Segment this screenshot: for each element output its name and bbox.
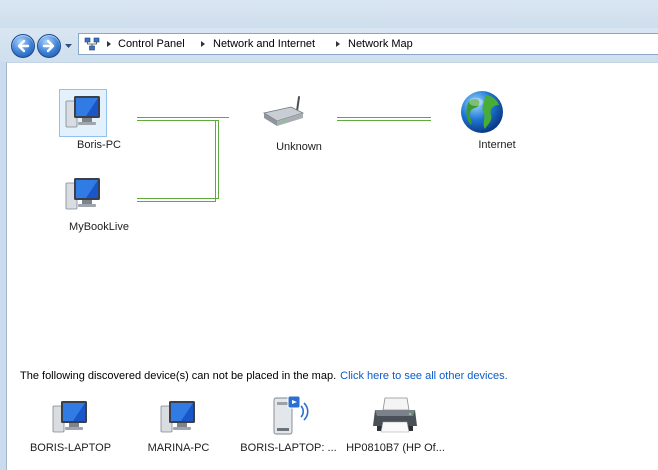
connection-line	[215, 120, 216, 202]
breadcrumb-network-and-internet[interactable]: Network and Internet	[213, 34, 315, 54]
breadcrumb-network-map[interactable]: Network Map	[348, 34, 413, 54]
node-internet[interactable]: Internet	[457, 89, 516, 151]
device-label: BORIS-LAPTOP: ...	[240, 442, 337, 454]
media-device-icon	[273, 395, 309, 435]
computer-icon	[65, 96, 100, 128]
forward-button[interactable]	[37, 34, 61, 58]
computer-icon	[52, 401, 87, 433]
connection-line	[137, 120, 219, 121]
discovered-message-text: The following discovered device(s) can n…	[20, 370, 337, 382]
address-bar[interactable]: Control Panel Network and Internet Netwo…	[78, 33, 658, 55]
computer-icon	[160, 401, 195, 433]
connection-line	[137, 198, 219, 199]
breadcrumb-control-panel[interactable]: Control Panel	[118, 34, 185, 54]
network-map-panel: Boris-PC MyBookLive Unknown Internet The…	[6, 62, 658, 470]
device-label: HP0810B7 (HP Of...	[346, 442, 445, 454]
see-all-devices-link[interactable]: Click here to see all other devices.	[340, 370, 508, 382]
node-label: Boris-PC	[76, 139, 121, 151]
connection-line	[337, 117, 431, 118]
explorer-toolbar: Control Panel Network and Internet Netwo…	[0, 0, 658, 62]
back-arrow-icon	[17, 39, 30, 53]
title-bar	[0, 0, 658, 28]
connection-line	[137, 201, 215, 202]
node-label: Unknown	[276, 141, 322, 153]
forward-arrow-icon	[42, 39, 55, 53]
connection-line	[337, 120, 431, 121]
node-mybooklive[interactable]: MyBookLive	[59, 173, 129, 233]
discovered-devices-message: The following discovered device(s) can n…	[20, 370, 508, 382]
node-label: MyBookLive	[69, 221, 129, 233]
node-label: Internet	[478, 139, 516, 151]
node-unknown-router[interactable]: Unknown	[259, 93, 322, 153]
device-label: BORIS-LAPTOP	[29, 442, 112, 454]
connection-line	[218, 120, 219, 199]
breadcrumb-separator-icon[interactable]	[201, 41, 205, 47]
printer-icon	[373, 397, 417, 433]
device-label: MARINA-PC	[147, 442, 210, 454]
globe-icon	[461, 91, 503, 133]
computer-icon	[65, 178, 100, 210]
recent-pages-dropdown[interactable]	[64, 42, 73, 50]
back-button[interactable]	[11, 34, 35, 58]
network-location-icon	[84, 37, 100, 51]
router-icon	[262, 96, 305, 126]
breadcrumb-separator-icon[interactable]	[336, 41, 340, 47]
node-boris-pc[interactable]: Boris-PC	[59, 89, 121, 151]
breadcrumb-separator-icon[interactable]	[107, 41, 111, 47]
connection-line	[137, 117, 229, 118]
